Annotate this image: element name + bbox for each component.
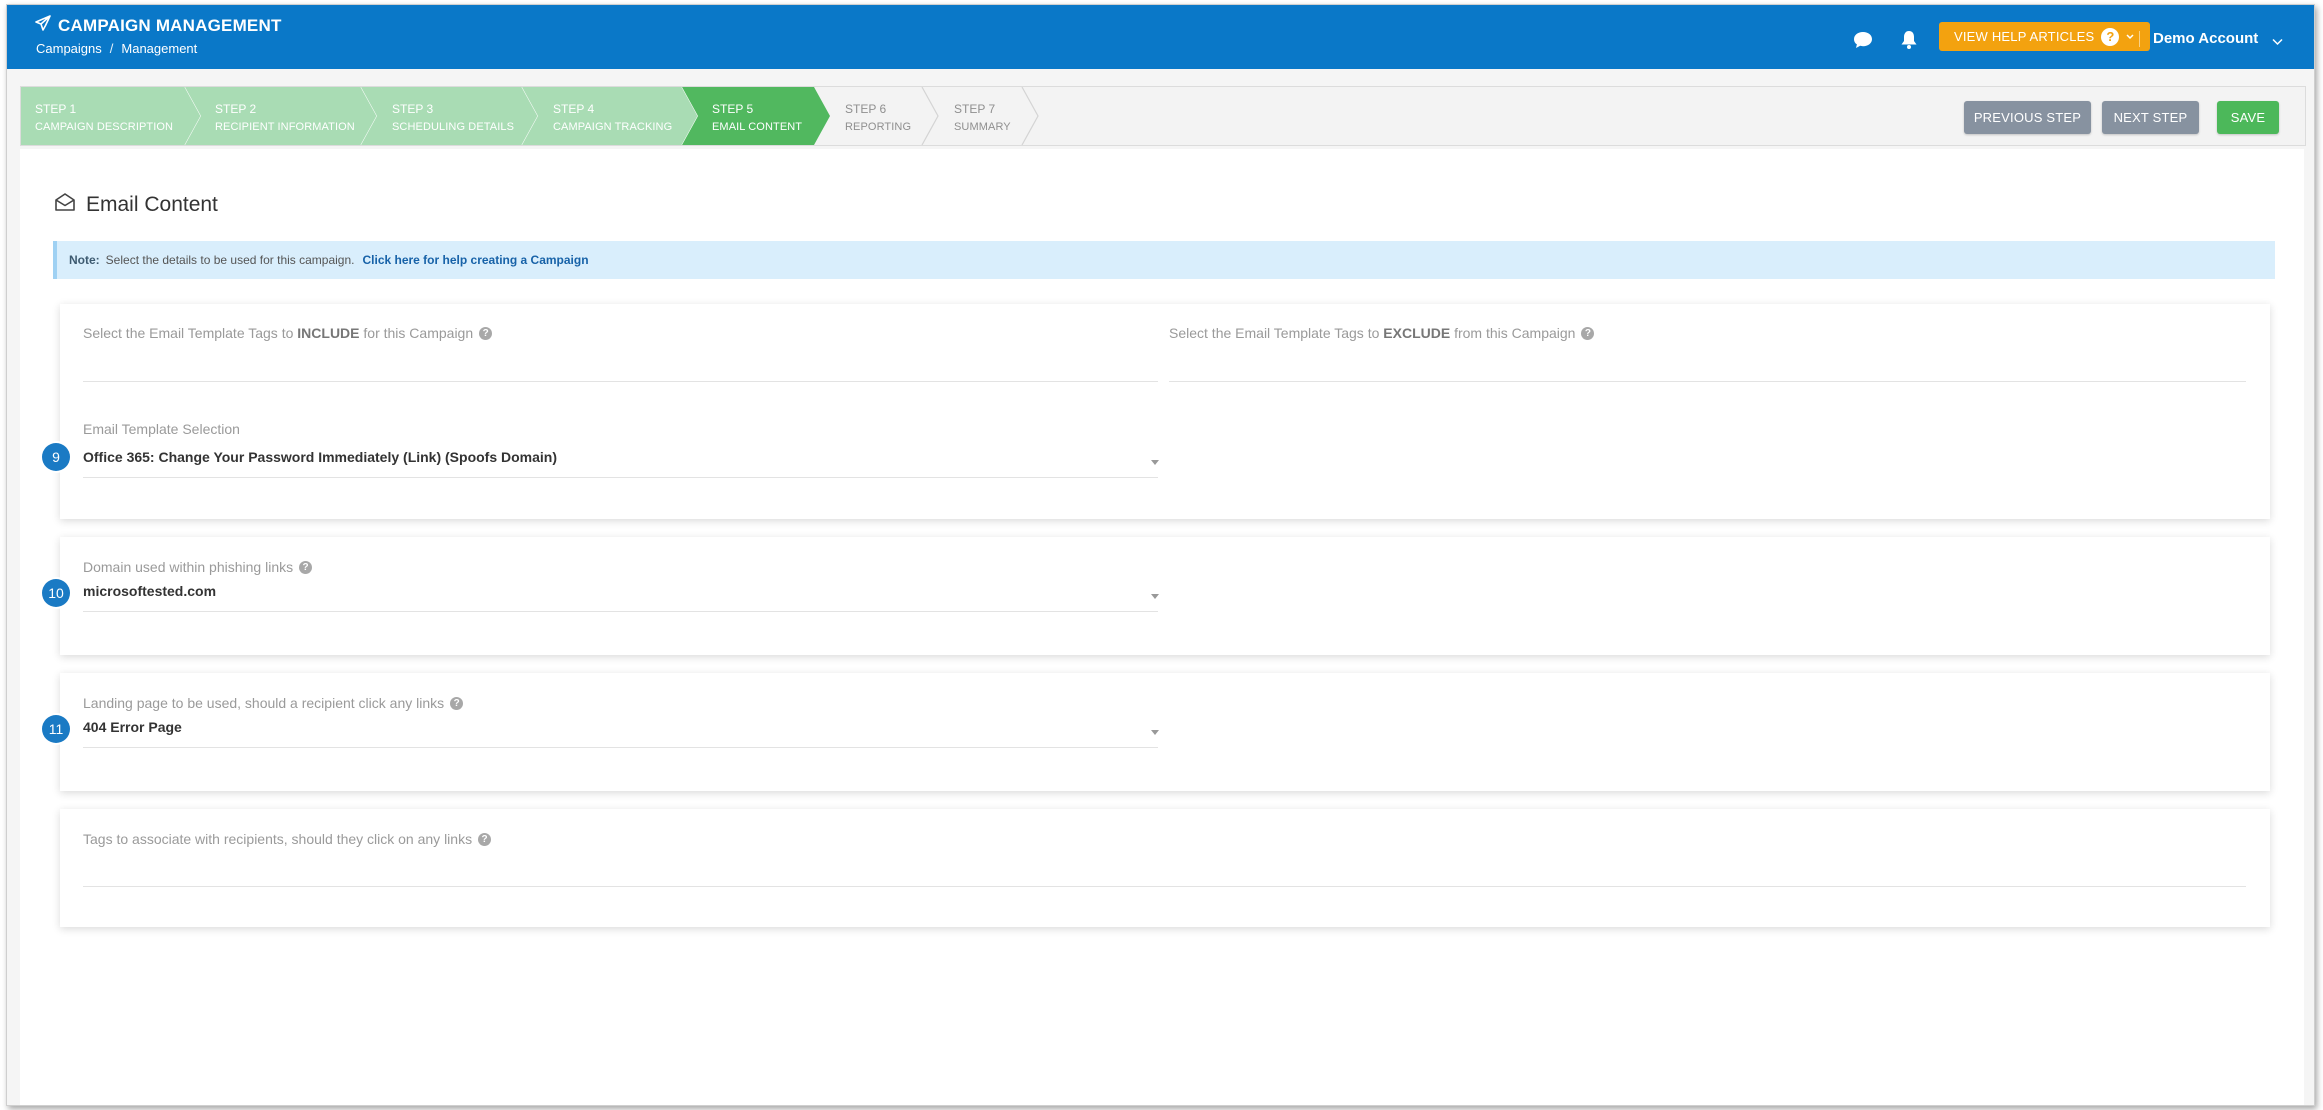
help-question-icon: ? [2101, 27, 2120, 46]
dropdown-caret-icon[interactable] [1151, 730, 1159, 735]
step-4[interactable]: STEP 4 CAMPAIGN TRACKING [522, 87, 702, 145]
dropdown-caret-icon[interactable] [1151, 460, 1159, 465]
breadcrumb-separator: / [109, 41, 114, 56]
app-title: CAMPAIGN MANAGEMENT [35, 15, 282, 36]
step-2-label: RECIPIENT INFORMATION [215, 121, 355, 133]
domain-select-underline [83, 611, 1158, 612]
help-question-icon[interactable]: ? [479, 326, 493, 340]
dropdown-caret-icon[interactable] [1151, 594, 1159, 599]
step-4-label: CAMPAIGN TRACKING [553, 121, 673, 133]
template-select-underline [83, 477, 1158, 478]
annotation-badge-10: 10 [42, 579, 70, 607]
step-5-number: STEP 5 [712, 102, 754, 116]
step-5-label: EMAIL CONTENT [712, 121, 803, 133]
previous-step-button[interactable]: PREVIOUS STEP [1964, 101, 2091, 134]
template-selection-label: Email Template Selection [83, 421, 240, 437]
landing-page-select-value[interactable]: 404 Error Page [83, 719, 182, 735]
help-creating-campaign-link[interactable]: Click here for help creating a Campaign [362, 253, 588, 267]
exclude-tags-label: Select the Email Template Tags to EXCLUD… [1169, 325, 1595, 341]
step-2[interactable]: STEP 2 RECIPIENT INFORMATION [185, 87, 381, 145]
step-1[interactable]: STEP 1 CAMPAIGN DESCRIPTION [21, 87, 205, 145]
step-7-number: STEP 7 [954, 102, 996, 116]
account-chevron-down-icon[interactable] [2272, 33, 2283, 51]
step-7-label: SUMMARY [954, 121, 1011, 133]
help-question-icon[interactable]: ? [450, 696, 464, 710]
landing-page-card: Landing page to be used, should a recipi… [60, 673, 2270, 791]
paper-plane-icon [35, 15, 51, 36]
main-content: Email Content Note: Select the details t… [20, 149, 2304, 1105]
save-button[interactable]: SAVE [2217, 101, 2279, 134]
page-title: Email Content [54, 192, 218, 218]
step-6-label: REPORTING [845, 121, 912, 133]
step-3-number: STEP 3 [392, 102, 434, 116]
info-note: Note: Select the details to be used for … [53, 241, 2275, 279]
chevron-down-icon [2126, 33, 2134, 39]
exclude-tags-input[interactable] [1169, 381, 2246, 382]
click-tags-input[interactable] [83, 886, 2246, 887]
step-2-number: STEP 2 [215, 102, 257, 116]
breadcrumb-management[interactable]: Management [121, 41, 197, 56]
bell-icon[interactable] [1898, 29, 1920, 51]
step-1-number: STEP 1 [35, 102, 77, 116]
top-header: CAMPAIGN MANAGEMENT Campaigns / Manageme… [7, 5, 2314, 69]
domain-label: Domain used within phishing links ? [83, 559, 313, 575]
step-1-label: CAMPAIGN DESCRIPTION [35, 121, 174, 133]
step-3-label: SCHEDULING DETAILS [392, 121, 515, 133]
include-tags-input[interactable] [83, 381, 1158, 382]
step-3[interactable]: STEP 3 SCHEDULING DETAILS [361, 87, 542, 145]
template-select-value[interactable]: Office 365: Change Your Password Immedia… [83, 449, 557, 465]
landing-page-select-underline [83, 747, 1158, 748]
click-tags-card: Tags to associate with recipients, shoul… [60, 809, 2270, 927]
open-envelope-icon [54, 192, 76, 218]
note-text: Select the details to be used for this c… [105, 253, 355, 267]
step-6-number: STEP 6 [845, 102, 887, 116]
account-name[interactable]: Demo Account [2153, 30, 2258, 47]
click-tags-label: Tags to associate with recipients, shoul… [83, 831, 492, 847]
annotation-badge-11: 11 [42, 715, 70, 743]
view-help-articles-button[interactable]: VIEW HELP ARTICLES ? [1939, 22, 2151, 51]
breadcrumb-campaigns[interactable]: Campaigns [36, 41, 102, 56]
help-question-icon[interactable]: ? [478, 832, 492, 846]
template-card: Select the Email Template Tags to INCLUD… [60, 304, 2270, 519]
note-label: Note: [69, 253, 100, 267]
annotation-badge-9: 9 [42, 443, 70, 471]
include-tags-label: Select the Email Template Tags to INCLUD… [83, 325, 493, 341]
landing-page-label: Landing page to be used, should a recipi… [83, 695, 464, 711]
domain-card: Domain used within phishing links ? micr… [60, 537, 2270, 655]
next-step-button[interactable]: NEXT STEP [2102, 101, 2199, 134]
chat-bubble-icon[interactable] [1852, 29, 1874, 51]
app-window: CAMPAIGN MANAGEMENT Campaigns / Manageme… [6, 4, 2315, 1106]
domain-select-value[interactable]: microsoftested.com [83, 583, 216, 599]
step-4-number: STEP 4 [553, 102, 595, 116]
header-divider [2139, 31, 2140, 47]
step-5[interactable]: STEP 5 EMAIL CONTENT [682, 87, 834, 145]
help-question-icon[interactable]: ? [1581, 326, 1595, 340]
help-question-icon[interactable]: ? [299, 560, 313, 574]
breadcrumb: Campaigns / Management [36, 41, 197, 56]
